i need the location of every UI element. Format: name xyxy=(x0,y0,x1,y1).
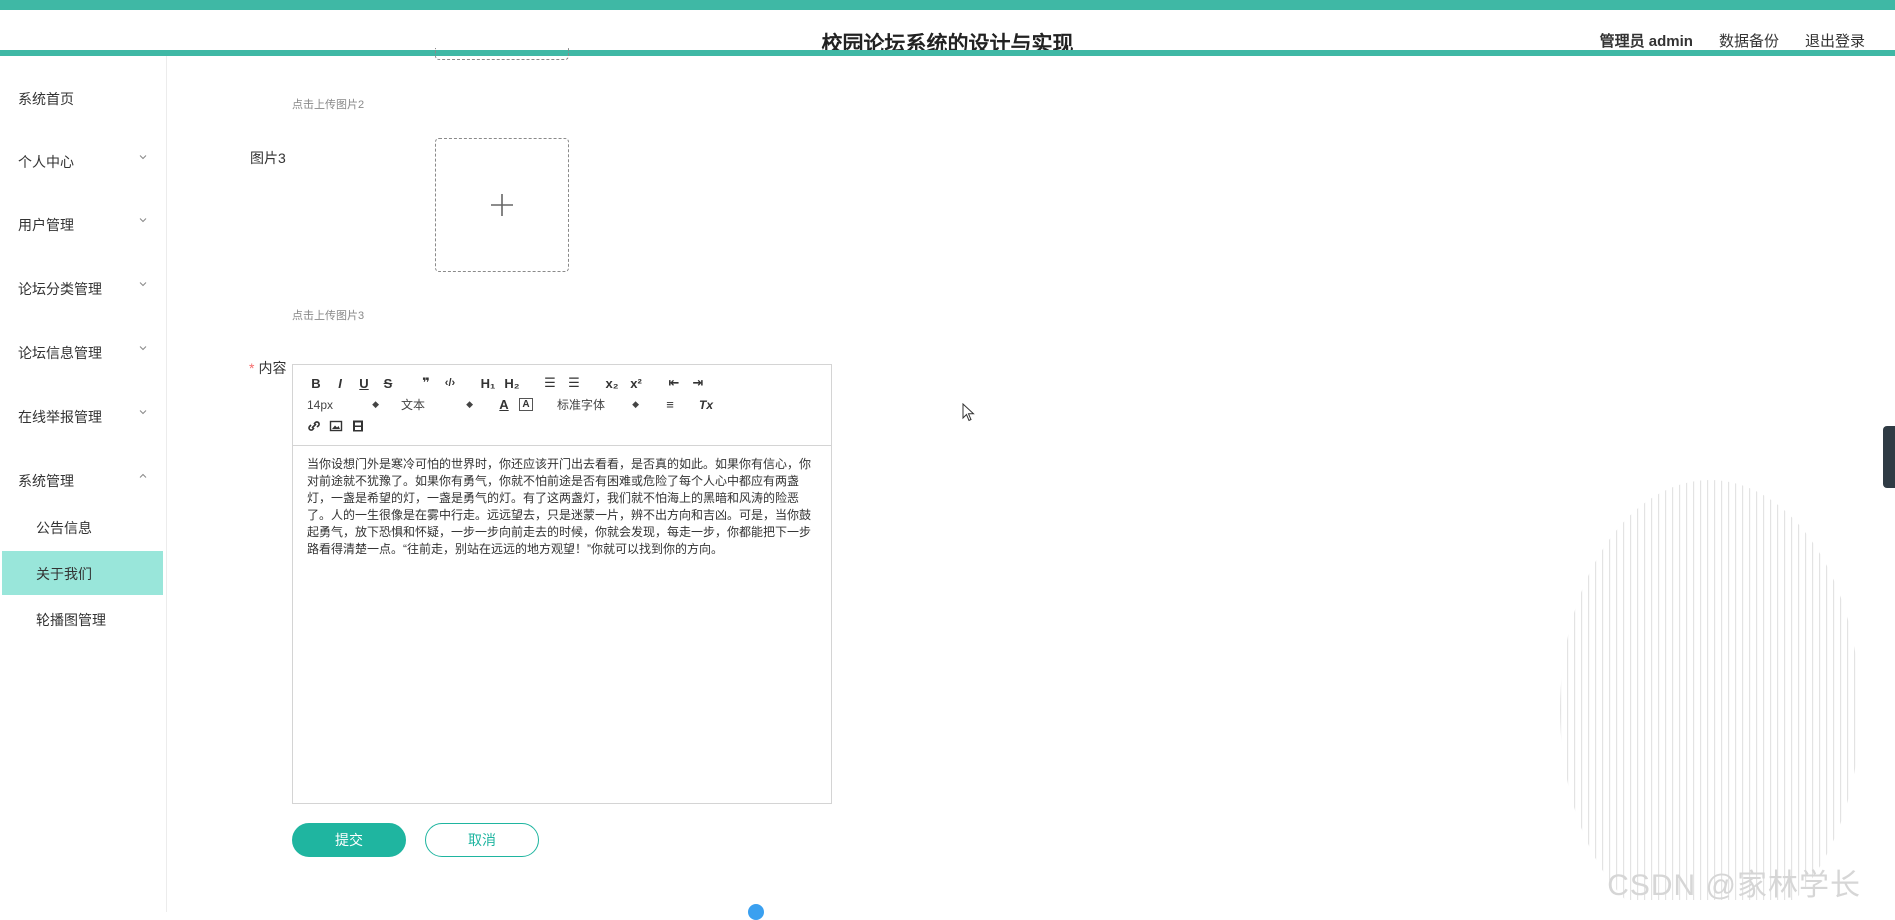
submit-button[interactable]: 提交 xyxy=(292,823,406,857)
header-top-bar xyxy=(0,0,1895,10)
bg-color-button[interactable]: A xyxy=(519,398,533,411)
text-type-select[interactable]: 文本 ◆ xyxy=(401,396,473,413)
strike-button[interactable]: S xyxy=(379,376,397,391)
link-icon[interactable] xyxy=(307,419,321,433)
cancel-button[interactable]: 取消 xyxy=(425,823,539,857)
chevron-down-icon xyxy=(139,410,147,415)
sidebar-subitem-about-us[interactable]: 关于我们 xyxy=(36,564,92,584)
sidebar: 系统首页 个人中心 用户管理 论坛分类管理 论坛信息管理 在线举报管理 系统管理… xyxy=(0,56,167,912)
text-type-value: 文本 xyxy=(401,398,426,412)
h2-button[interactable]: H₂ xyxy=(503,376,521,391)
subscript-button[interactable]: x₂ xyxy=(603,376,621,391)
plus-icon xyxy=(491,194,513,216)
mouse-cursor-icon xyxy=(962,403,975,422)
font-family-value: 标准字体 xyxy=(557,398,606,412)
chevron-up-icon xyxy=(139,473,147,478)
chevron-down-icon xyxy=(139,218,147,223)
logout-link[interactable]: 退出登录 xyxy=(1805,30,1865,51)
quote-button[interactable]: ❞ xyxy=(417,375,435,391)
sidebar-item-label: 在线举报管理 xyxy=(18,409,102,425)
scroll-indicator xyxy=(748,904,764,920)
decorative-pattern xyxy=(1560,480,1860,900)
bullet-list-button[interactable]: ☰ xyxy=(565,375,583,391)
editor-content[interactable]: 当你设想门外是寒冷可怕的世界时，你还应该开门出去看看，是否真的如此。如果你有信心… xyxy=(293,446,831,568)
indent-button[interactable]: ⇥ xyxy=(689,375,707,391)
sidebar-item-label: 论坛分类管理 xyxy=(18,281,102,297)
ordered-list-button[interactable]: ☰ xyxy=(541,375,559,391)
content-label: * 内容 xyxy=(249,358,286,378)
watermark: CSDN @家林学长 xyxy=(1607,869,1861,902)
sidebar-item-forum-category[interactable]: 论坛分类管理 xyxy=(18,279,148,299)
select-arrow-icon: ◆ xyxy=(466,399,473,409)
upload-hint-3: 点击上传图片3 xyxy=(292,310,365,322)
sidebar-item-home[interactable]: 系统首页 xyxy=(18,89,148,109)
font-color-button[interactable]: A xyxy=(495,397,513,412)
select-arrow-icon: ◆ xyxy=(372,399,379,409)
sidebar-subitem-carousel[interactable]: 轮播图管理 xyxy=(36,610,106,630)
sidebar-subitem-label: 轮播图管理 xyxy=(36,612,106,628)
font-family-select[interactable]: 标准字体 ◆ xyxy=(557,396,639,413)
image3-label: 图片3 xyxy=(250,150,286,166)
clear-format-button[interactable]: Tx xyxy=(697,398,715,412)
sidebar-item-user-management[interactable]: 用户管理 xyxy=(18,215,148,235)
superscript-button[interactable]: x² xyxy=(627,376,645,391)
sidebar-item-forum-info[interactable]: 论坛信息管理 xyxy=(18,343,148,363)
rich-text-editor: B I U S ❞ ‹/› H₁ H₂ ☰ ☰ x₂ x² ⇤ ⇥ 14px ◆ … xyxy=(292,364,832,804)
upload-hint-2: 点击上传图片2 xyxy=(292,99,365,111)
sidebar-subitem-label: 公告信息 xyxy=(36,520,92,536)
select-arrow-icon: ◆ xyxy=(632,399,639,409)
font-size-select[interactable]: 14px ◆ xyxy=(307,398,379,412)
italic-button[interactable]: I xyxy=(331,376,349,391)
sidebar-subitem-label: 关于我们 xyxy=(36,566,92,582)
h1-button[interactable]: H₁ xyxy=(479,376,497,391)
align-button[interactable]: ≡ xyxy=(661,397,679,412)
content-label-text: 内容 xyxy=(258,360,287,376)
chevron-down-icon xyxy=(139,155,147,160)
sidebar-item-system-management[interactable]: 系统管理 xyxy=(18,471,148,491)
required-mark: * xyxy=(249,360,255,376)
image2-uploader[interactable] xyxy=(435,48,569,60)
header-links: 管理员 admin 数据备份 退出登录 xyxy=(1600,30,1865,51)
code-button[interactable]: ‹/› xyxy=(441,377,459,389)
outdent-button[interactable]: ⇤ xyxy=(665,375,683,391)
sidebar-item-report-management[interactable]: 在线举报管理 xyxy=(18,407,148,427)
header-bottom-bar xyxy=(0,50,1895,56)
admin-label: 管理员 admin xyxy=(1599,33,1693,50)
sidebar-item-label: 用户管理 xyxy=(18,217,74,233)
image-icon[interactable] xyxy=(329,419,343,433)
backup-link[interactable]: 数据备份 xyxy=(1719,30,1779,51)
underline-button[interactable]: U xyxy=(355,376,373,391)
editor-toolbar: B I U S ❞ ‹/› H₁ H₂ ☰ ☰ x₂ x² ⇤ ⇥ 14px ◆ … xyxy=(293,365,831,446)
sidebar-subitem-announcement[interactable]: 公告信息 xyxy=(36,518,92,538)
video-icon[interactable] xyxy=(351,419,365,433)
sidebar-item-label: 论坛信息管理 xyxy=(18,345,102,361)
image3-uploader[interactable] xyxy=(435,138,569,272)
font-size-value: 14px xyxy=(307,397,334,412)
bold-button[interactable]: B xyxy=(307,376,325,391)
chevron-down-icon xyxy=(139,282,147,287)
sidebar-item-label: 系统管理 xyxy=(18,473,74,489)
sidebar-item-label: 系统首页 xyxy=(18,91,74,107)
sidebar-item-label: 个人中心 xyxy=(18,154,74,170)
side-panel-toggle[interactable] xyxy=(1883,426,1895,488)
sidebar-item-personal-center[interactable]: 个人中心 xyxy=(18,152,148,172)
chevron-down-icon xyxy=(139,346,147,351)
